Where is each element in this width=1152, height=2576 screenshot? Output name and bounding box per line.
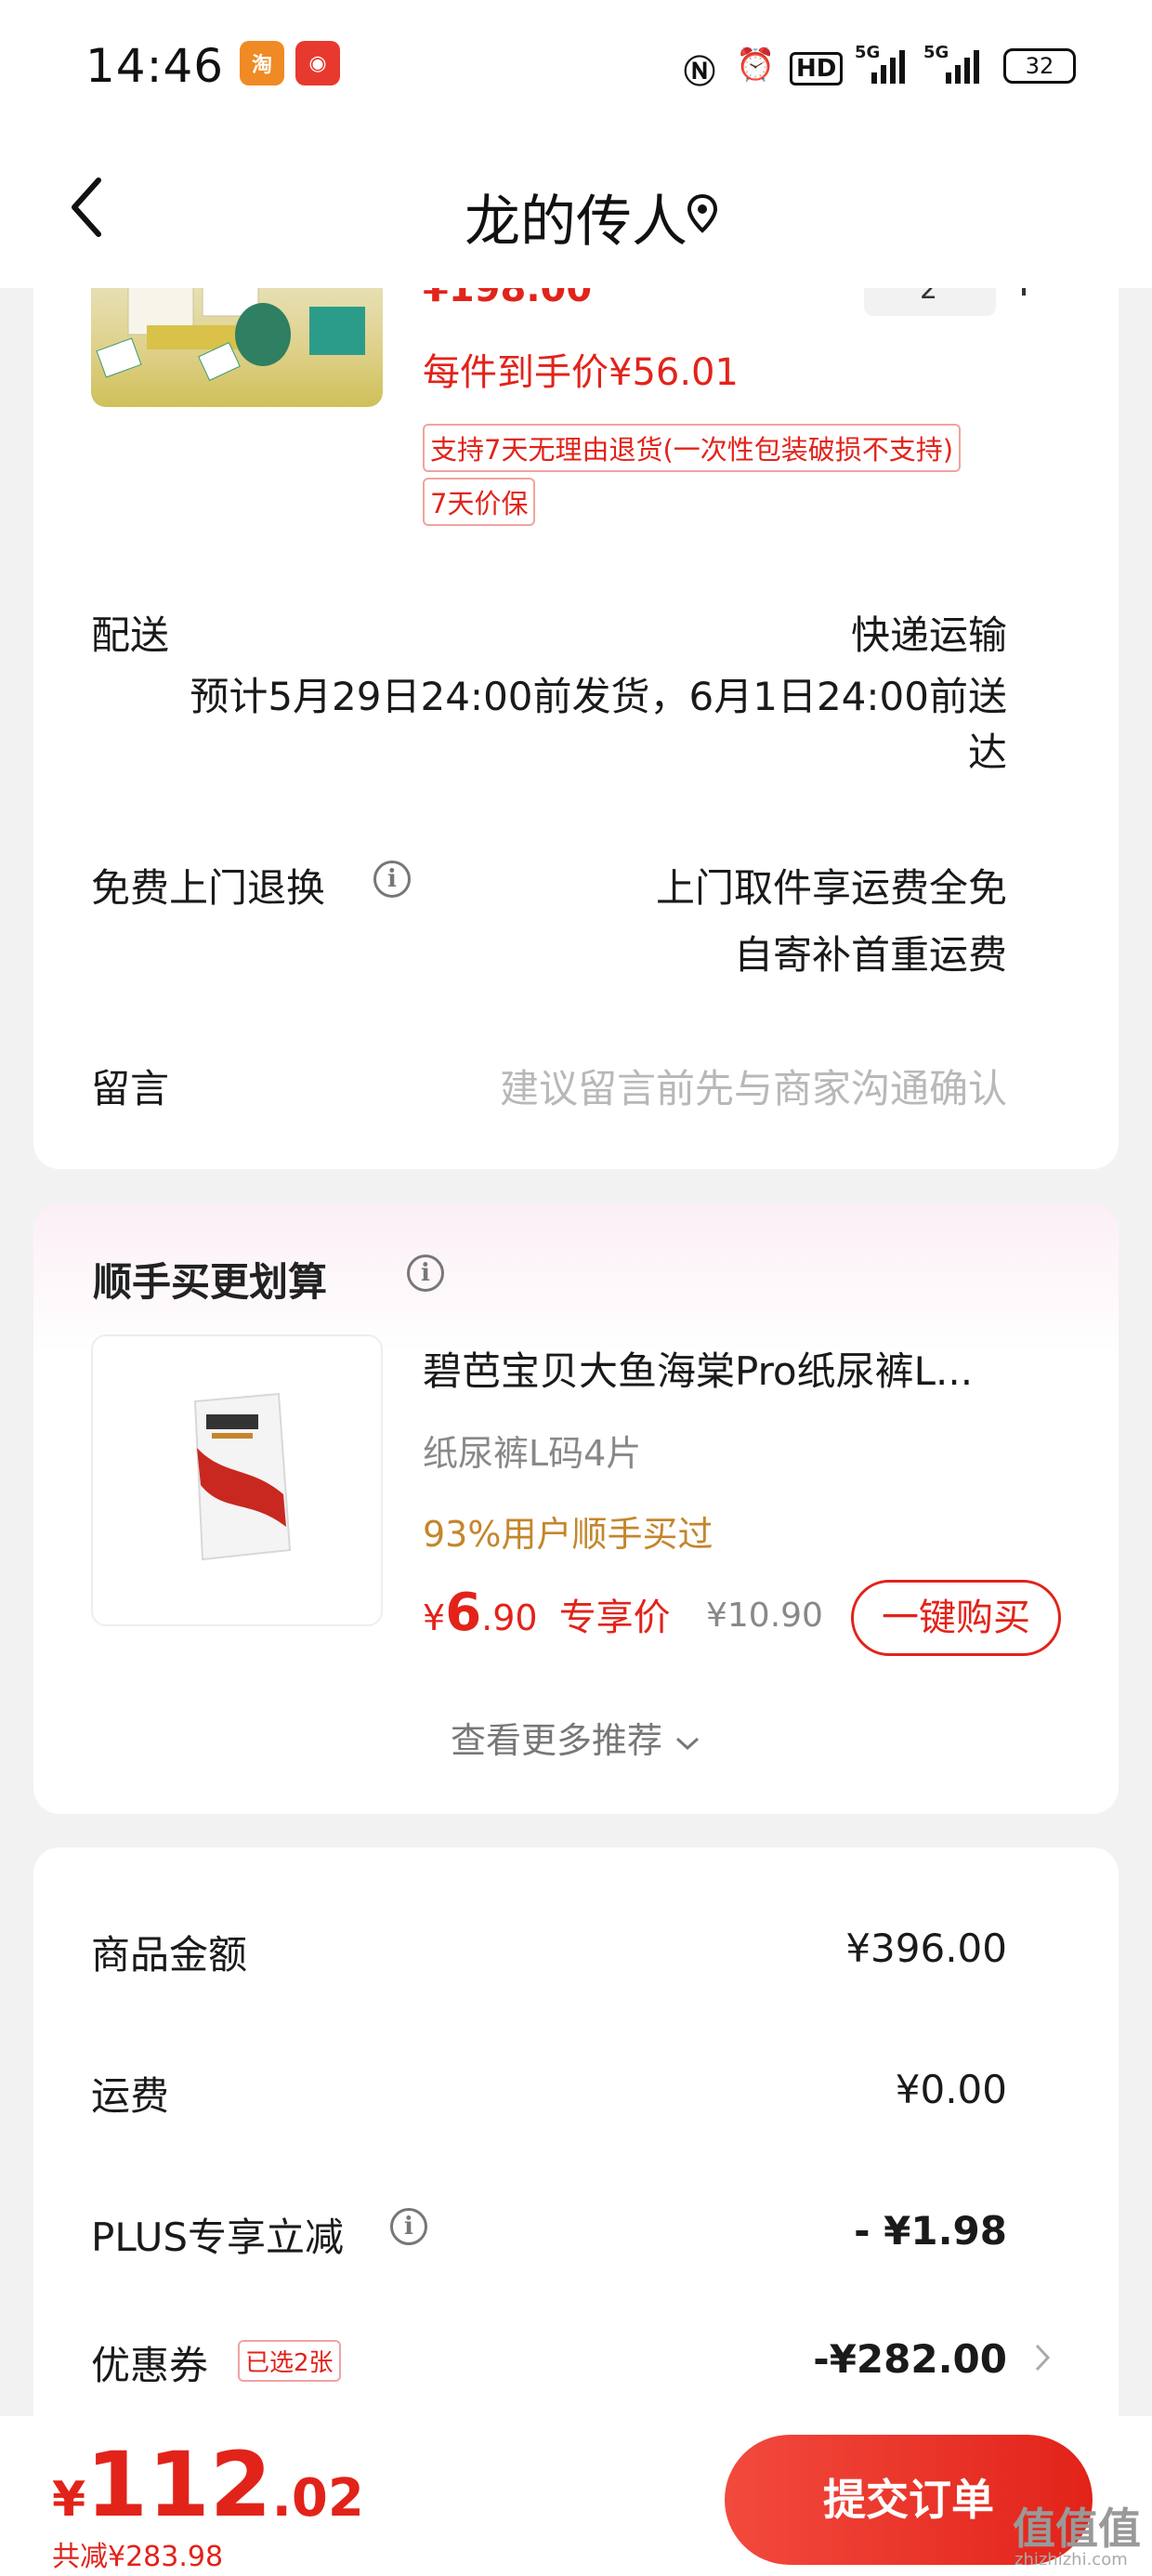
recommend-price: ¥6.90 专享价 (423, 1583, 671, 1643)
message-label: 留言 (91, 1066, 170, 1111)
delivery-estimate: 预计5月29日24:00前发货，6月1日24:00前送 (190, 674, 1007, 719)
see-more-button[interactable]: 查看更多推荐 (33, 1712, 1119, 1763)
delivery-label: 配送 (91, 612, 170, 658)
plus-info-icon[interactable]: i (390, 2208, 427, 2245)
recommend-price-int: 6 (445, 1583, 482, 1643)
plus-discount-value: - ¥1.98 (854, 2208, 1007, 2254)
recommend-buy-stat: 93%用户顺手买过 (423, 1514, 713, 1555)
see-more-label: 查看更多推荐 (450, 1720, 662, 1761)
delivery-method[interactable]: 快递运输 (851, 604, 1007, 661)
return-policy-tag: 支持7天无理由退货(一次性包装破损不支持) (423, 424, 962, 472)
recommend-product-title[interactable]: 碧芭宝贝大鱼海棠Pro纸尿裤L... (423, 1340, 1054, 1397)
chevron-down-icon (676, 1737, 700, 1750)
page-title: 龙的传人 (465, 190, 687, 255)
per-item-price: 每件到手价¥56.01 (423, 351, 739, 394)
watermark-sub: zhizhizhi.com (1015, 2550, 1128, 2569)
price-protect-tag: 7天价保 (423, 478, 536, 526)
map-pin-icon[interactable] (686, 193, 719, 234)
coupon-value[interactable]: -¥282.00 (813, 2336, 1007, 2382)
total-int: 112 (85, 2433, 272, 2537)
total-price: ¥112.02 (52, 2433, 364, 2537)
recommend-title: 顺手买更划算 (93, 1259, 328, 1305)
battery-icon: 32 (1003, 48, 1076, 84)
shipping-label: 运费 (91, 2073, 170, 2119)
recommend-original-price: ¥10.90 (706, 1597, 823, 1635)
one-click-buy-button[interactable]: 一键购买 (851, 1580, 1061, 1656)
goods-amount-value: ¥396.00 (845, 1925, 1007, 1971)
goods-amount-label: 商品金额 (91, 1932, 248, 1978)
chevron-right-icon[interactable] (1033, 2342, 1052, 2373)
total-saved: 共减¥283.98 (52, 2541, 224, 2573)
taobao-app-icon: 淘 (240, 41, 284, 85)
netease-music-icon: ◉ (295, 41, 340, 85)
plus-discount-label: PLUS专享立减 (91, 2215, 345, 2260)
free-return-label: 免费上门退换 (91, 865, 326, 911)
coupon-label: 优惠券 (91, 2343, 209, 2388)
delivery-estimate-cont: 达 (967, 729, 1007, 775)
recommend-product-image[interactable] (91, 1334, 383, 1626)
total-currency: ¥ (52, 2472, 86, 2528)
recommend-info-icon[interactable]: i (407, 1255, 444, 1292)
hd-voice-icon: HD (790, 52, 844, 85)
recommend-price-label: 专享价 (558, 1597, 671, 1639)
free-return-line1: 上门取件享运费全免 (655, 865, 1007, 911)
nfc-icon: Ⓝ (684, 54, 715, 91)
info-icon[interactable]: i (373, 861, 411, 898)
total-dec: .02 (271, 2468, 364, 2529)
coupon-selected-badge: 已选2张 (238, 2340, 341, 2382)
recommend-currency: ¥ (423, 1597, 446, 1638)
alarm-icon: ⏰ (736, 46, 776, 84)
recommend-price-dec: .90 (481, 1597, 538, 1638)
free-return-line2: 自寄补首重运费 (733, 932, 1007, 978)
message-input[interactable]: 建议留言前先与商家沟通确认 (500, 1058, 1007, 1114)
shipping-value: ¥0.00 (895, 2067, 1007, 2112)
watermark: 值值值 (1013, 2504, 1141, 2554)
recommend-product-spec: 纸尿裤L码4片 (423, 1433, 642, 1474)
status-time: 14:46 (85, 39, 225, 93)
